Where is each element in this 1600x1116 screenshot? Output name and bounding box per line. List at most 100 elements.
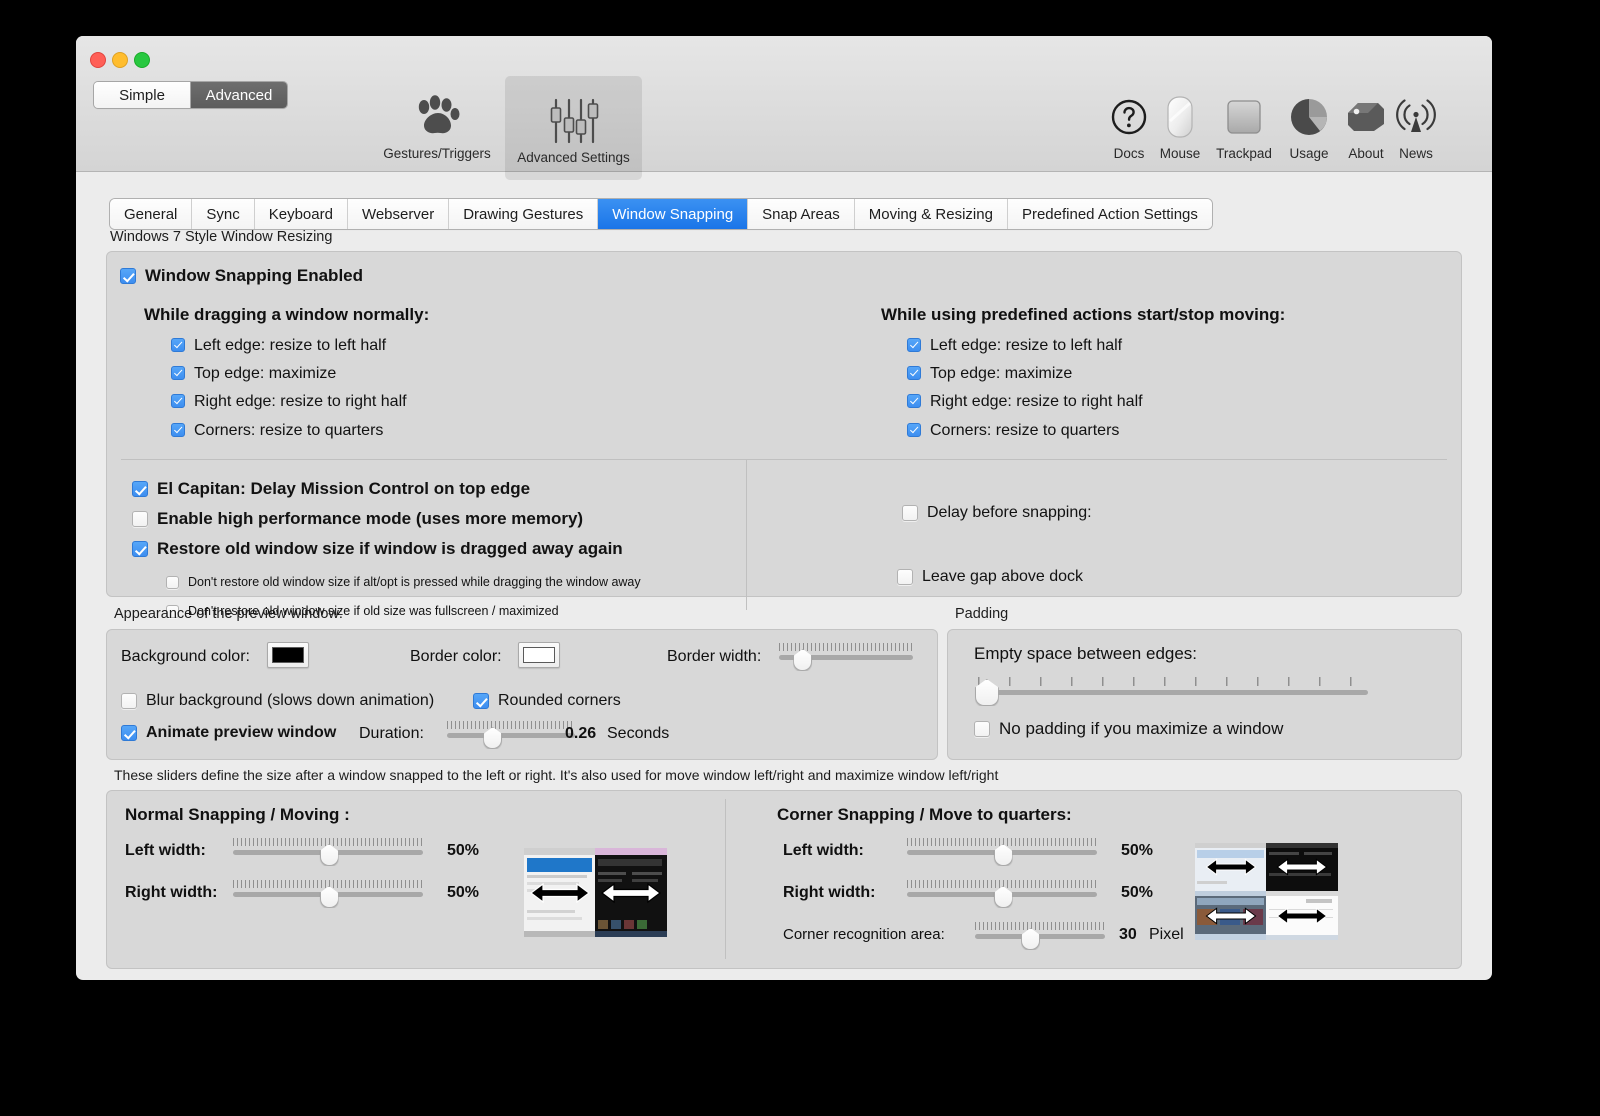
slider-thumb[interactable] (483, 727, 503, 749)
checkbox-no-padding-maximize[interactable]: No padding if you maximize a window (974, 720, 1283, 737)
tab-webserver[interactable]: Webserver (346, 199, 449, 229)
corner-left-width-slider[interactable] (907, 838, 1097, 866)
zoom-button[interactable] (134, 52, 150, 68)
checkbox-predefined-top-edge[interactable]: Top edge: maximize (907, 365, 1072, 382)
border-color-well[interactable] (518, 642, 560, 668)
checkbox-high-performance-mode[interactable]: Enable high performance mode (uses more … (132, 510, 583, 527)
tab-moving-resizing[interactable]: Moving & Resizing (853, 199, 1007, 229)
checkbox-label: Corners: resize to quarters (194, 422, 384, 439)
slider-ticks (978, 677, 1368, 686)
tab-window-snapping[interactable]: Window Snapping (597, 199, 748, 229)
toolbar-item-trackpad[interactable]: Trackpad (1216, 84, 1272, 161)
appearance-groupbox: Background color: Border color: Border w… (106, 629, 938, 760)
checkbox-delay-before-snapping[interactable]: Delay before snapping: (902, 504, 1092, 521)
corner-recognition-slider[interactable] (975, 922, 1105, 950)
empty-space-slider[interactable] (974, 676, 1368, 706)
checkbox-box[interactable] (166, 576, 179, 589)
close-button[interactable] (90, 52, 106, 68)
duration-slider[interactable] (447, 721, 575, 749)
normal-right-width-label: Right width: (125, 884, 218, 901)
checkbox-box[interactable] (907, 394, 921, 408)
slider-thumb[interactable] (319, 844, 339, 866)
checkbox-box[interactable] (907, 366, 921, 380)
checkbox-restore-old-window-size[interactable]: Restore old window size if window is dra… (132, 540, 623, 557)
toolbar-item-about[interactable]: About (1338, 84, 1394, 161)
checkbox-drag-left-edge[interactable]: Left edge: resize to left half (171, 337, 386, 354)
checkbox-label: Window Snapping Enabled (145, 266, 364, 285)
normal-right-width-slider[interactable] (233, 880, 423, 908)
checkbox-box[interactable] (171, 366, 185, 380)
tab-predefined-action-settings[interactable]: Predefined Action Settings (1006, 199, 1212, 229)
checkbox-box[interactable] (121, 725, 137, 741)
predefined-column-heading: While using predefined actions start/sto… (881, 305, 1286, 324)
left-right-arrow-icon (1205, 906, 1256, 925)
checkbox-predefined-right-edge[interactable]: Right edge: resize to right half (907, 393, 1143, 410)
checkbox-drag-right-edge[interactable]: Right edge: resize to right half (171, 393, 407, 410)
checkbox-box[interactable] (121, 693, 137, 709)
slider-thumb[interactable] (319, 886, 339, 908)
slider-thumb[interactable] (993, 844, 1013, 866)
checkbox-box[interactable] (171, 423, 185, 437)
toolbar-item-advanced-settings[interactable]: Advanced Settings (505, 76, 642, 180)
slider-thumb[interactable] (1021, 928, 1041, 950)
paw-icon (412, 92, 462, 142)
appearance-group-label: Appearance of the preview window: (114, 606, 343, 622)
checkbox-box[interactable] (132, 481, 148, 497)
checkbox-box[interactable] (132, 541, 148, 557)
checkbox-leave-gap-above-dock[interactable]: Leave gap above dock (897, 568, 1083, 585)
checkbox-box[interactable] (897, 569, 913, 585)
checkbox-box[interactable] (907, 338, 921, 352)
corner-right-width-slider[interactable] (907, 880, 1097, 908)
slider-thumb[interactable] (793, 649, 813, 671)
background-color-well[interactable] (267, 642, 309, 668)
checkbox-box[interactable] (171, 338, 185, 352)
checkbox-label: No padding if you maximize a window (999, 719, 1284, 738)
tab-sync[interactable]: Sync (191, 199, 254, 229)
segment-advanced[interactable]: Advanced (190, 82, 287, 108)
checkbox-box[interactable] (132, 511, 148, 527)
checkbox-rounded-corners[interactable]: Rounded corners (473, 692, 621, 709)
checkbox-box[interactable] (171, 394, 185, 408)
checkbox-box[interactable] (473, 693, 489, 709)
toolbar-item-usage[interactable]: Usage (1281, 84, 1337, 161)
toolbar-item-gestures-triggers[interactable]: Gestures/Triggers (362, 84, 512, 161)
checkbox-el-capitan-delay[interactable]: El Capitan: Delay Mission Control on top… (132, 480, 530, 497)
checkbox-animate-preview-window[interactable]: Animate preview window (121, 724, 336, 741)
checkbox-blur-background[interactable]: Blur background (slows down animation) (121, 692, 434, 709)
checkbox-box[interactable] (974, 721, 990, 737)
checkbox-drag-top-edge[interactable]: Top edge: maximize (171, 365, 336, 382)
normal-left-width-slider[interactable] (233, 838, 423, 866)
settings-tabstrip[interactable]: General Sync Keyboard Webserver Drawing … (110, 199, 1212, 229)
normal-right-width-value: 50% (447, 884, 480, 901)
toolbar-item-mouse[interactable]: Mouse (1152, 84, 1208, 161)
checkbox-box[interactable] (120, 268, 136, 284)
slider-thumb[interactable] (993, 886, 1013, 908)
section-divider (121, 459, 1447, 460)
sizes-group-label: These sliders define the size after a wi… (114, 767, 999, 783)
toolbar-item-news[interactable]: News (1388, 84, 1444, 161)
checkbox-label: Delay before snapping: (927, 504, 1092, 521)
mouse-icon (1165, 92, 1195, 142)
drag-column-heading: While dragging a window normally: (144, 305, 430, 324)
tab-snap-areas[interactable]: Snap Areas (747, 199, 854, 229)
mode-segmented-control[interactable]: Simple Advanced (94, 82, 287, 108)
checkbox-dont-restore-alt[interactable]: Don't restore old window size if alt/opt… (166, 575, 641, 590)
normal-left-width-value: 50% (447, 842, 480, 859)
normal-snapping-title: Normal Snapping / Moving : (125, 805, 350, 824)
duration-value: 0.26 (565, 725, 597, 742)
toolbar-item-label: News (1399, 146, 1433, 161)
checkbox-window-snapping-enabled[interactable]: Window Snapping Enabled (120, 267, 363, 284)
tab-keyboard[interactable]: Keyboard (253, 199, 347, 229)
minimize-button[interactable] (112, 52, 128, 68)
tab-drawing-gestures[interactable]: Drawing Gestures (448, 199, 598, 229)
checkbox-box[interactable] (902, 505, 918, 521)
checkbox-drag-corners[interactable]: Corners: resize to quarters (171, 422, 383, 439)
tab-general[interactable]: General (110, 199, 192, 229)
checkbox-predefined-left-edge[interactable]: Left edge: resize to left half (907, 337, 1122, 354)
border-width-slider[interactable] (779, 643, 913, 671)
segment-simple[interactable]: Simple (94, 82, 190, 108)
toolbar-item-docs[interactable]: Docs (1101, 84, 1157, 161)
checkbox-box[interactable] (907, 423, 921, 437)
corner-right-width-label: Right width: (783, 884, 876, 901)
checkbox-predefined-corners[interactable]: Corners: resize to quarters (907, 422, 1119, 439)
